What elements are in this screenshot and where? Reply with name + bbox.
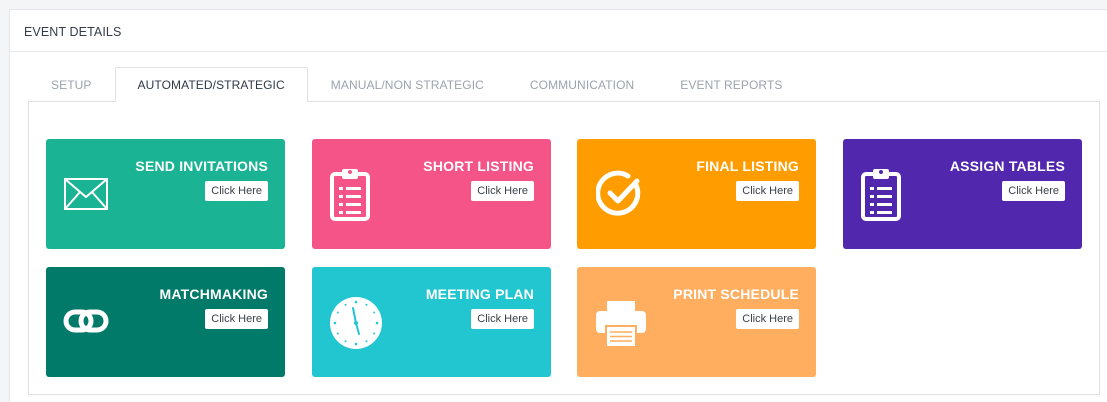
tab-automated-strategic[interactable]: AUTOMATED/STRATEGIC [114,67,308,102]
tile-title: MATCHMAKING [159,286,268,302]
panel-header: EVENT DETAILS [10,10,1107,52]
check-circle-icon [596,170,641,216]
clipboard-icon [861,169,901,221]
short-listing-button[interactable]: Click Here [471,181,534,201]
tile-assign-tables[interactable]: ASSIGN TABLES Click Here [843,139,1082,249]
tile-title: PRINT SCHEDULE [673,286,799,302]
tile-print-schedule[interactable]: PRINT SCHEDULE Click Here [577,267,816,377]
tab-setup[interactable]: SETUP [28,67,115,102]
event-details-panel: EVENT DETAILS SETUP AUTOMATED/STRATEGIC … [9,9,1107,402]
tile-title: FINAL LISTING [696,158,799,174]
tile-title: SEND INVITATIONS [135,158,268,174]
clock-icon [330,297,382,349]
final-listing-button[interactable]: Click Here [736,181,799,201]
tile-title: MEETING PLAN [425,286,534,302]
tile-short-listing[interactable]: SHORT LISTING Click Here [312,139,551,249]
tile-meeting-plan[interactable]: MEETING PLAN Click Here [312,267,551,377]
printer-icon [596,301,646,347]
matchmaking-button[interactable]: Click Here [205,309,268,329]
assign-tables-button[interactable]: Click Here [1002,181,1065,201]
tile-title: ASSIGN TABLES [949,158,1065,174]
panel-title: EVENT DETAILS [24,24,122,39]
tile-final-listing[interactable]: FINAL LISTING Click Here [577,139,816,249]
tile-send-invitations[interactable]: SEND INVITATIONS Click Here [46,139,285,249]
clipboard-icon [330,169,370,221]
tab-event-reports[interactable]: EVENT REPORTS [657,67,805,102]
tab-bar: SETUP AUTOMATED/STRATEGIC MANUAL/NON STR… [28,67,806,102]
link-icon [63,309,109,333]
tab-communication[interactable]: COMMUNICATION [507,67,657,102]
tile-matchmaking[interactable]: MATCHMAKING Click Here [46,267,285,377]
meeting-plan-button[interactable]: Click Here [471,309,534,329]
tile-title: SHORT LISTING [423,158,534,174]
envelope-icon [64,178,108,210]
tab-manual-non-strategic[interactable]: MANUAL/NON STRATEGIC [308,67,507,102]
send-invitations-button[interactable]: Click Here [205,181,268,201]
print-schedule-button[interactable]: Click Here [736,309,799,329]
tab-content: SEND INVITATIONS Click Here SHORT LISTIN… [28,101,1100,395]
